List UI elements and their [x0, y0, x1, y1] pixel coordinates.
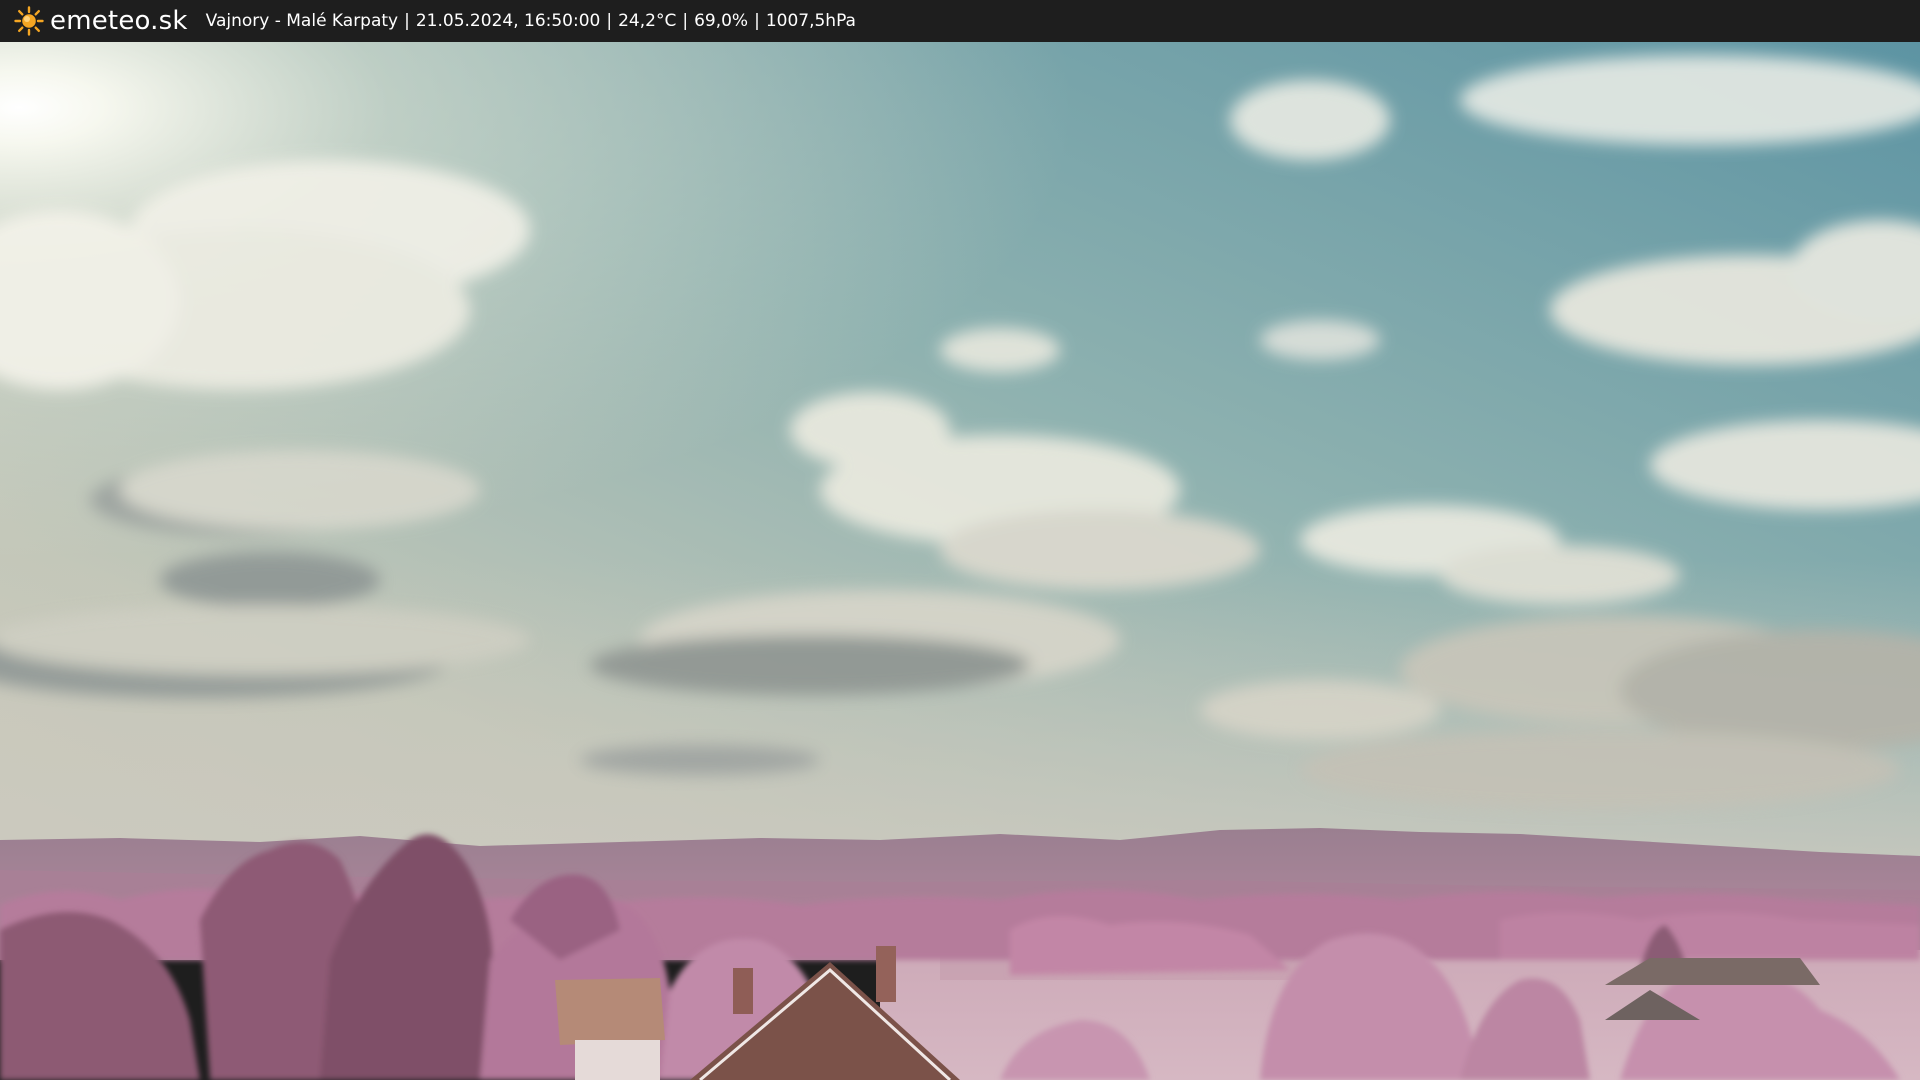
pressure-text: 1007,5hPa	[765, 11, 856, 31]
location-text: Vajnory - Malé Karpaty	[205, 11, 399, 31]
webcam-caption: Vajnory - Malé Karpaty | 21.05.2024, 16:50…	[206, 11, 856, 31]
separator: |	[606, 11, 613, 31]
webcam-image	[0, 42, 1920, 1080]
humidity-text: 69,0%	[694, 11, 749, 31]
brand-name: emeteo.sk	[50, 6, 188, 36]
webcam-info-bar: emeteo.sk Vajnory - Malé Karpaty | 21.05.2…	[0, 0, 1920, 42]
sun-icon	[14, 6, 44, 36]
datetime-text: 21.05.2024, 16:50:00	[415, 11, 601, 31]
emeteo-logo[interactable]: emeteo.sk	[14, 0, 188, 42]
separator: |	[404, 11, 410, 31]
temperature-text: 24,2°C	[618, 11, 677, 31]
separator: |	[754, 11, 760, 31]
separator: |	[682, 11, 689, 31]
